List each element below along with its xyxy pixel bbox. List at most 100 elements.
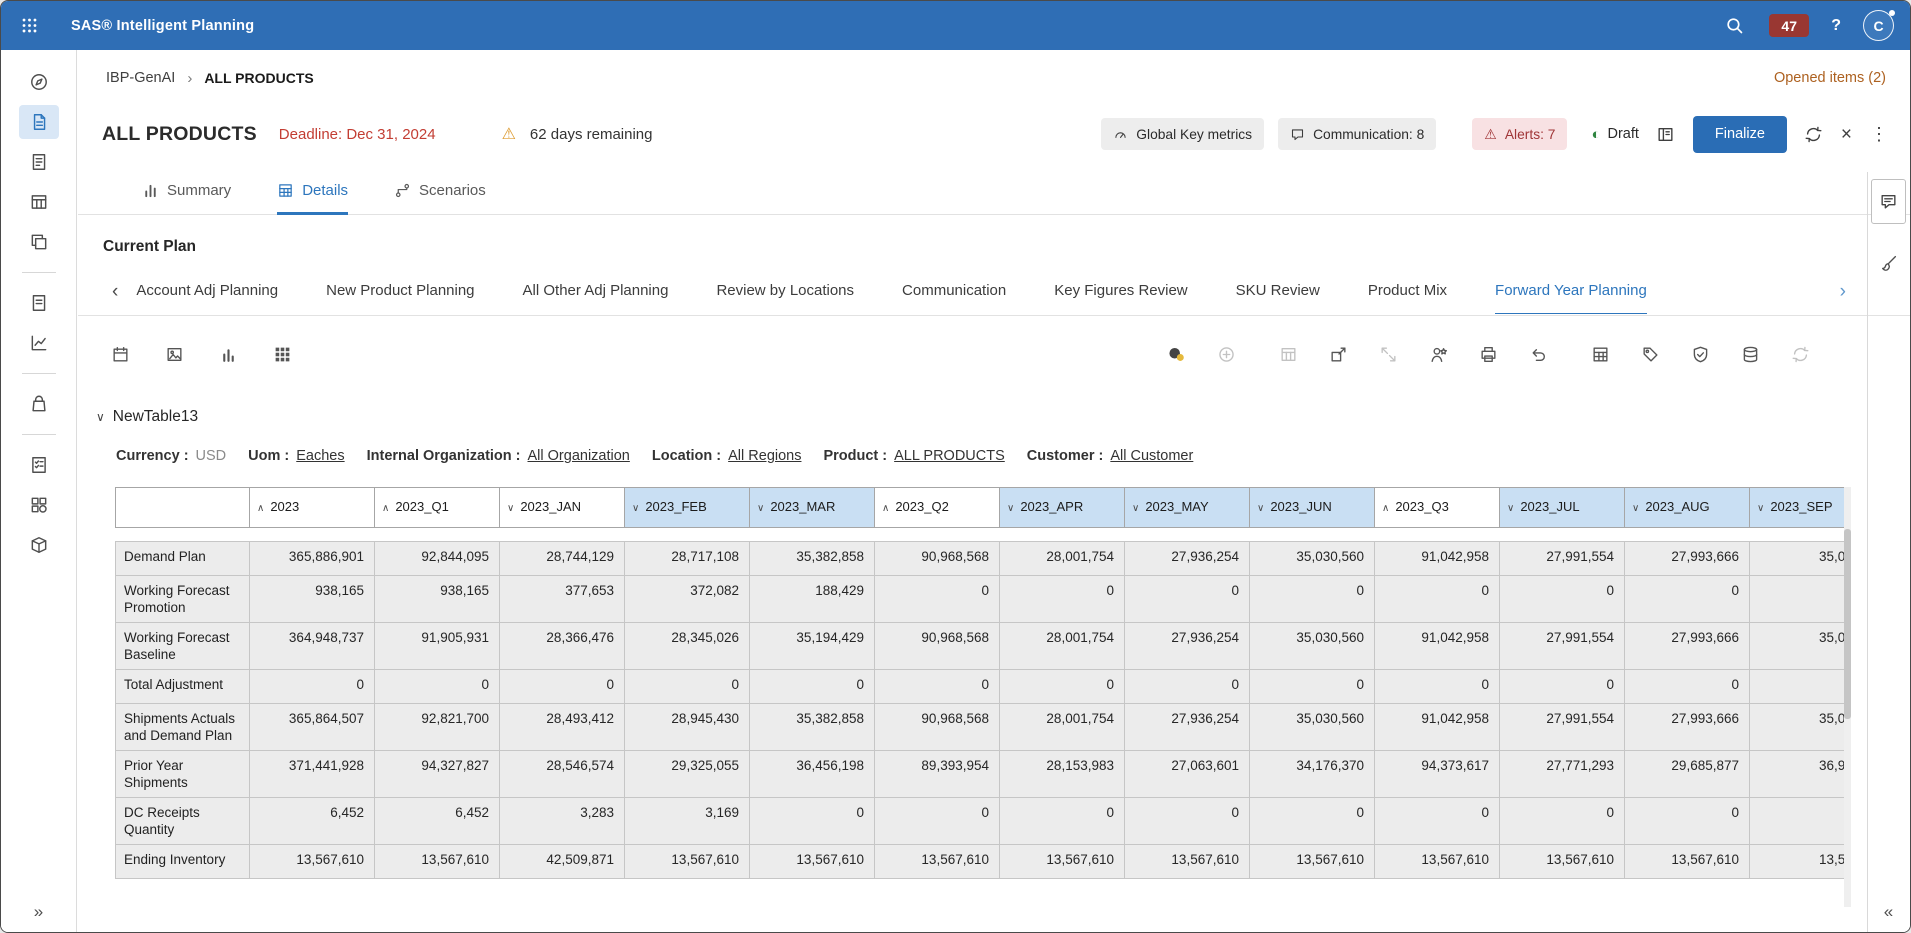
grid-cell[interactable] xyxy=(1750,576,1852,623)
grid-cell[interactable]: 28,945,430 xyxy=(625,704,750,751)
subtab-account-adj-planning[interactable]: Account Adj Planning xyxy=(136,270,278,314)
section-collapse-icon[interactable]: ∨ xyxy=(96,410,105,424)
grid-cell[interactable]: 0 xyxy=(1500,576,1625,623)
grid-cell[interactable]: 28,345,026 xyxy=(625,623,750,670)
alerts-chip[interactable]: ⚠ Alerts: 7 xyxy=(1472,118,1567,150)
sidebar-expand-icon[interactable]: » xyxy=(1,902,76,922)
grid-cell[interactable]: 35,194,429 xyxy=(750,623,875,670)
grid-cell[interactable]: 27,936,254 xyxy=(1125,623,1250,670)
grid-table-icon[interactable] xyxy=(1588,342,1612,366)
grid-cell[interactable]: 0 xyxy=(1375,576,1500,623)
tab-scenarios[interactable]: Scenarios xyxy=(394,182,486,215)
grid-cell[interactable]: 13,567,610 xyxy=(1500,845,1625,879)
column-header-2023[interactable]: ∧2023 xyxy=(250,488,375,528)
undo-icon[interactable] xyxy=(1526,342,1550,366)
settings-grid-icon[interactable] xyxy=(19,488,59,522)
column-header-2023-q1[interactable]: ∧2023_Q1 xyxy=(375,488,500,528)
grid-cell[interactable]: 34,176,370 xyxy=(1250,751,1375,798)
grid-cell[interactable]: 0 xyxy=(375,670,500,704)
filter-value[interactable]: ALL PRODUCTS xyxy=(894,448,1005,464)
grid-cell[interactable]: 35,030,560 xyxy=(1250,623,1375,670)
grid-cell[interactable]: 13,567,610 xyxy=(1000,845,1125,879)
analytics-chart-icon[interactable] xyxy=(19,326,59,360)
grid-cell[interactable]: 372,082 xyxy=(625,576,750,623)
notification-count-badge[interactable]: 47 xyxy=(1769,14,1809,37)
grid-cell[interactable]: 13,567,610 xyxy=(750,845,875,879)
grid-cell[interactable]: 27,063,601 xyxy=(1125,751,1250,798)
grid-cell[interactable]: 92,844,095 xyxy=(375,542,500,576)
global-key-metrics-chip[interactable]: Global Key metrics xyxy=(1101,118,1264,150)
grid-cell[interactable]: 91,042,958 xyxy=(1375,542,1500,576)
grid-cell[interactable]: 28,744,129 xyxy=(500,542,625,576)
grid-cell[interactable]: 27,991,554 xyxy=(1500,704,1625,751)
grid-cell[interactable]: 0 xyxy=(1000,798,1125,845)
document-icon[interactable] xyxy=(19,286,59,320)
copy-layers-icon[interactable] xyxy=(19,225,59,259)
grid-cell[interactable]: 3,283 xyxy=(500,798,625,845)
rail-collapse-icon[interactable]: « xyxy=(1867,902,1910,922)
grid-cell[interactable]: 28,001,754 xyxy=(1000,704,1125,751)
grid-cell[interactable]: 27,936,254 xyxy=(1125,542,1250,576)
grid-cell[interactable]: 0 xyxy=(1125,576,1250,623)
grid-cell[interactable] xyxy=(1750,798,1852,845)
grid-cell[interactable]: 94,327,827 xyxy=(375,751,500,798)
grid-cell[interactable]: 0 xyxy=(1375,670,1500,704)
supply-bag-icon[interactable] xyxy=(19,387,59,421)
grid-cell[interactable]: 0 xyxy=(500,670,625,704)
grid-icon[interactable] xyxy=(270,342,294,366)
grid-cell[interactable]: 13,567,610 xyxy=(375,845,500,879)
grid-cell[interactable]: 938,165 xyxy=(250,576,375,623)
report-document-icon[interactable] xyxy=(19,145,59,179)
printer-icon[interactable] xyxy=(1476,342,1500,366)
tab-summary[interactable]: Summary xyxy=(142,182,231,215)
grid-cell[interactable]: 0 xyxy=(875,798,1000,845)
subtabs-scroll-left-icon[interactable]: ‹ xyxy=(108,281,122,303)
grid-cell[interactable]: 27,936,254 xyxy=(1125,704,1250,751)
grid-cell[interactable]: 35,030,560 xyxy=(1250,542,1375,576)
grid-cell[interactable]: 29,685,877 xyxy=(1625,751,1750,798)
communication-chip[interactable]: Communication: 8 xyxy=(1278,118,1436,150)
grid-cell[interactable]: 35,382,858 xyxy=(750,704,875,751)
column-header-2023-jan[interactable]: ∨2023_JAN xyxy=(500,488,625,528)
explore-icon[interactable] xyxy=(19,65,59,99)
grid-cell[interactable]: 0 xyxy=(1125,798,1250,845)
export-icon[interactable] xyxy=(1326,342,1350,366)
grid-cell[interactable]: 28,001,754 xyxy=(1000,623,1125,670)
grid-cell[interactable]: 27,771,293 xyxy=(1500,751,1625,798)
grid-vertical-scrollbar[interactable] xyxy=(1844,487,1851,907)
grid-cell[interactable]: 90,968,568 xyxy=(875,623,1000,670)
filter-value[interactable]: All Customer xyxy=(1110,448,1193,464)
subtab-all-other-adj-planning[interactable]: All Other Adj Planning xyxy=(523,270,669,314)
column-header-2023-aug[interactable]: ∨2023_AUG xyxy=(1625,488,1750,528)
filter-value[interactable]: All Organization xyxy=(528,448,630,464)
grid-cell[interactable]: 27,993,666 xyxy=(1625,704,1750,751)
grid-cell[interactable]: 377,653 xyxy=(500,576,625,623)
grid-cell[interactable]: 36,916, xyxy=(1750,751,1852,798)
user-star-icon[interactable] xyxy=(1426,342,1450,366)
grid-cell[interactable]: 0 xyxy=(250,670,375,704)
grid-cell[interactable]: 28,366,476 xyxy=(500,623,625,670)
grid-cell[interactable]: 0 xyxy=(1500,798,1625,845)
grid-cell[interactable]: 0 xyxy=(1625,576,1750,623)
calendar-icon[interactable] xyxy=(108,342,132,366)
grid-cell[interactable]: 938,165 xyxy=(375,576,500,623)
grid-cell[interactable]: 13,567,610 xyxy=(875,845,1000,879)
grid-cell[interactable]: 0 xyxy=(875,576,1000,623)
grid-cell[interactable]: 28,717,108 xyxy=(625,542,750,576)
grid-cell[interactable]: 13,567,610 xyxy=(1125,845,1250,879)
grid-scrollbar-thumb[interactable] xyxy=(1844,529,1851,719)
grid-cell[interactable]: 0 xyxy=(625,670,750,704)
grid-cell[interactable]: 35,057, xyxy=(1750,623,1852,670)
column-header-2023-q2[interactable]: ∧2023_Q2 xyxy=(875,488,1000,528)
grid-cell[interactable]: 0 xyxy=(1375,798,1500,845)
grid-cell[interactable]: 0 xyxy=(750,670,875,704)
grid-cell[interactable]: 0 xyxy=(1625,670,1750,704)
image-icon[interactable] xyxy=(162,342,186,366)
key-metrics-icon[interactable] xyxy=(1164,342,1188,366)
grid-cell[interactable]: 0 xyxy=(1125,670,1250,704)
grid-cell[interactable]: 35,030,560 xyxy=(1250,704,1375,751)
grid-cell[interactable]: 29,325,055 xyxy=(625,751,750,798)
grid-cell[interactable]: 89,393,954 xyxy=(875,751,1000,798)
grid-cell[interactable]: 13,567, xyxy=(1750,845,1852,879)
grid-cell[interactable]: 94,373,617 xyxy=(1375,751,1500,798)
